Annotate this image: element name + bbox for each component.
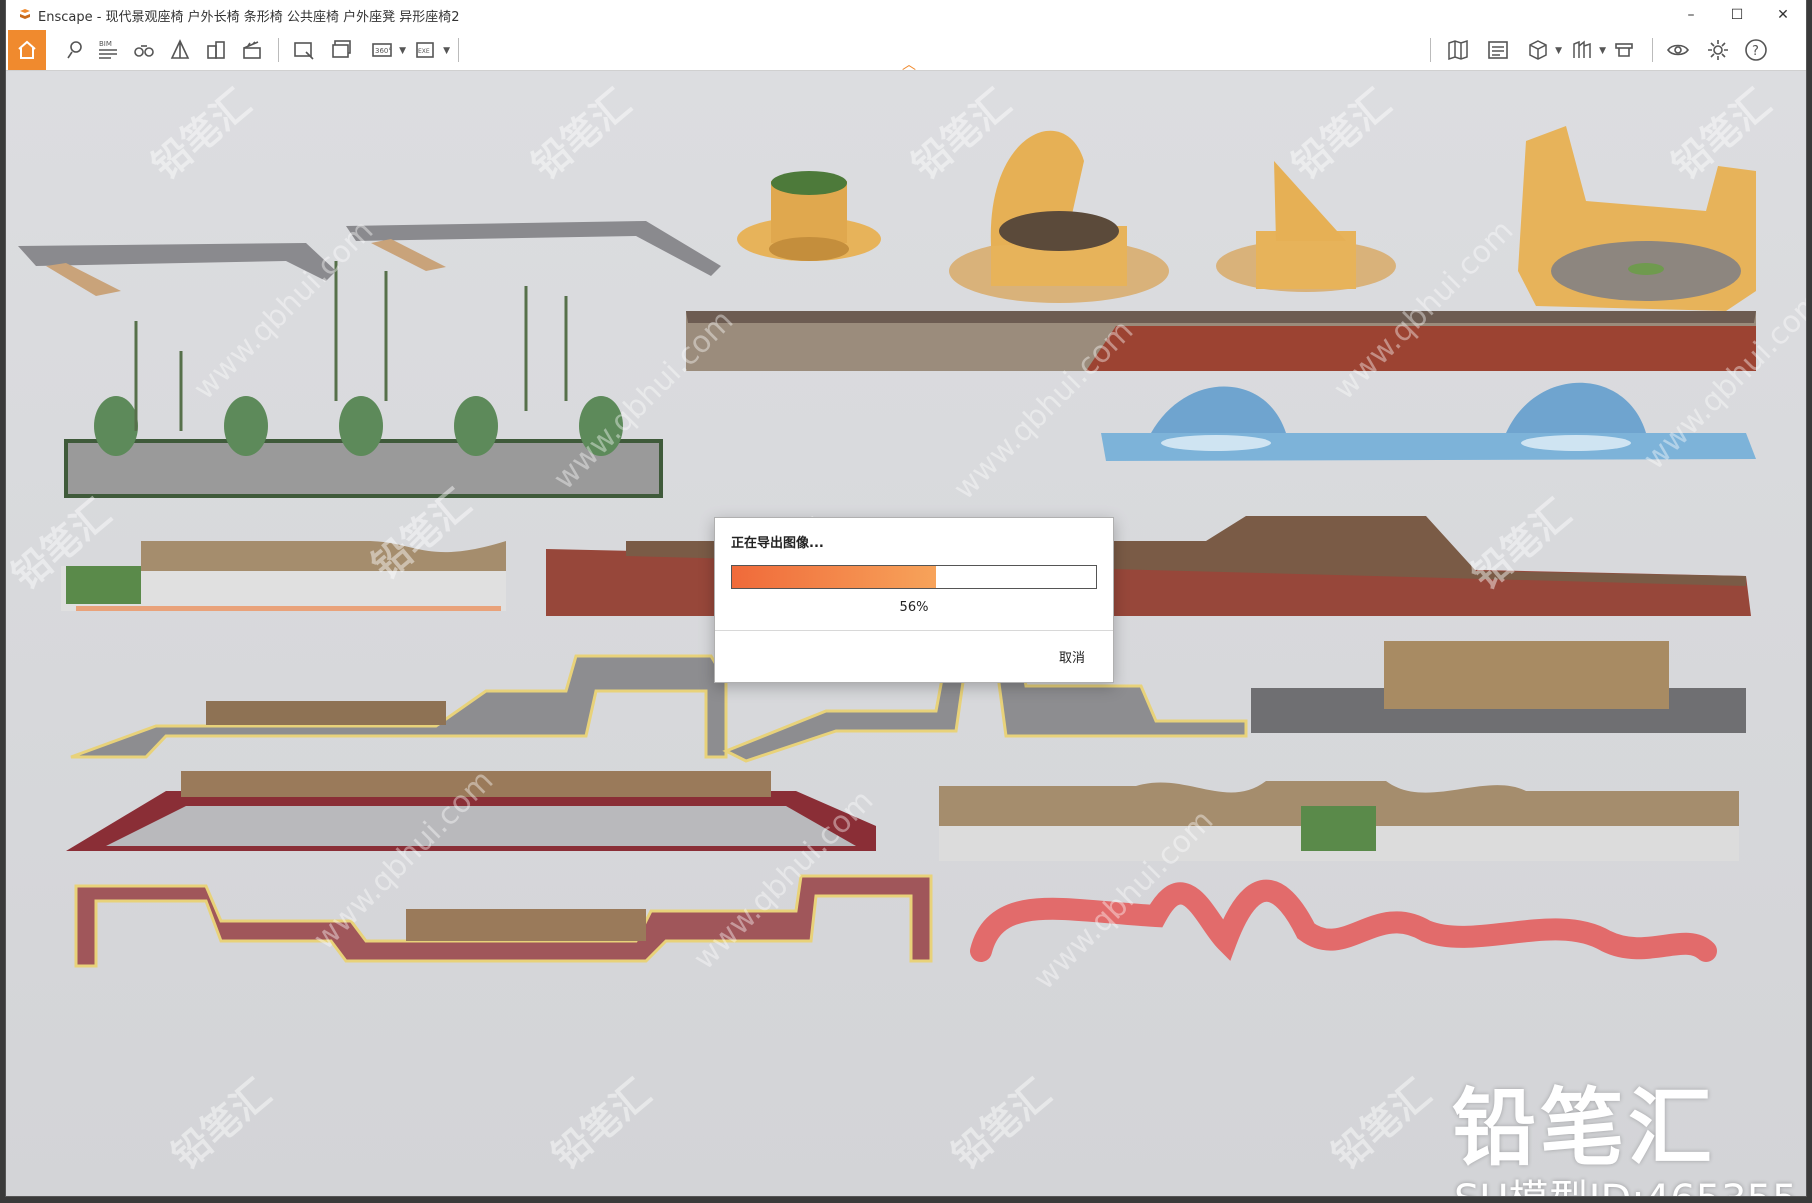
enscape-window: Enscape - 现代景观座椅 户外长椅 条形椅 公共座椅 户外座凳 异形座椅… (6, 0, 1806, 1196)
brand-watermark: 铅笔汇 (1452, 1079, 1717, 1177)
svg-text:BIM: BIM (99, 40, 112, 48)
stepped-bench-model (74, 874, 933, 968)
visual-settings-button[interactable] (1662, 34, 1694, 66)
home-icon (18, 40, 36, 59)
screenshot-button[interactable] (288, 34, 320, 66)
svg-text:铅笔汇: 铅笔汇 (524, 81, 640, 188)
toolbar-separator (278, 38, 279, 62)
panorama-360-icon: 360° (372, 43, 392, 57)
progress-bar (731, 565, 1097, 589)
perspective-button[interactable] (164, 34, 196, 66)
batch-render-icon (332, 40, 351, 58)
toolbar-separator (458, 38, 459, 62)
stone-corten-bench-model (686, 311, 1756, 371)
window-title: Enscape - 现代景观座椅 户外长椅 条形椅 公共座椅 户外座凳 异形座椅… (38, 9, 460, 25)
chevron-down-icon[interactable]: ▼ (1555, 46, 1562, 56)
export-exe-button[interactable]: EXE ▼ (410, 34, 450, 66)
location-pin-icon (67, 41, 82, 59)
buildings-icon (207, 41, 225, 59)
settings-button[interactable] (1702, 34, 1734, 66)
svg-text:?: ? (1752, 44, 1759, 59)
home-button[interactable] (8, 30, 46, 70)
chevron-down-icon[interactable]: ▼ (443, 46, 450, 56)
atmosphere-icon (1615, 43, 1633, 57)
timber-back-bench-model (1251, 641, 1746, 733)
stepped-bench-model (70, 654, 728, 759)
cube-view-icon (1529, 40, 1547, 60)
close-button[interactable]: ✕ (1760, 0, 1806, 30)
svg-text:铅笔汇: 铅笔汇 (144, 81, 260, 188)
batch-render-button[interactable] (326, 34, 358, 66)
view-cube-button[interactable]: ▼ (1522, 34, 1562, 66)
video-editor-button[interactable] (236, 34, 268, 66)
visual-settings-icon (1667, 44, 1689, 56)
enscape-logo-icon (20, 9, 30, 19)
bim-button[interactable]: BIM (92, 34, 124, 66)
dialog-divider (715, 630, 1113, 631)
panorama-button[interactable]: 360° ▼ (366, 34, 406, 66)
export-progress-dialog: 正在导出图像... 56% 取消 (714, 517, 1114, 683)
svg-text:铅笔汇: 铅笔汇 (944, 1071, 1060, 1178)
svg-text:铅笔汇: 铅笔汇 (1284, 81, 1400, 188)
svg-text:铅笔汇: 铅笔汇 (904, 81, 1020, 188)
toolbar-separator (1430, 38, 1431, 62)
planter-seat-model (737, 171, 881, 261)
chevron-down-icon[interactable]: ▼ (399, 46, 406, 56)
window-controls: – ☐ ✕ (1668, 0, 1806, 30)
minimize-button[interactable]: – (1668, 0, 1714, 30)
svg-text:www.qbhui.com: www.qbhui.com (187, 213, 380, 406)
progress-fill (732, 566, 936, 588)
help-button[interactable]: ? (1740, 34, 1772, 66)
asset-library-button[interactable] (1482, 34, 1514, 66)
model-id-watermark: SU模型ID:465355 (1454, 1167, 1797, 1196)
chevron-down-icon[interactable]: ▼ (1599, 46, 1606, 56)
map-icon (1448, 39, 1468, 61)
dialog-title: 正在导出图像... (731, 536, 824, 551)
asset-library-icon (1488, 41, 1508, 59)
marble-timber-bench-model (61, 541, 506, 611)
binoculars-icon (134, 45, 154, 57)
toolbar-separator (1652, 38, 1653, 62)
bench-model (346, 221, 721, 276)
export-exe-icon: EXE (416, 42, 434, 58)
buildings-button[interactable] (200, 34, 232, 66)
material-editor-button[interactable]: ▼ (1566, 34, 1606, 66)
location-button[interactable] (58, 34, 90, 66)
svg-text:铅笔汇: 铅笔汇 (544, 1071, 660, 1178)
progress-percent: 56% (899, 600, 929, 615)
planter-seat-model (949, 130, 1169, 303)
svg-text:铅笔汇: 铅笔汇 (1324, 1071, 1440, 1178)
perspective-icon (170, 39, 190, 59)
clapper-icon (243, 41, 261, 59)
help-icon: ? (1745, 39, 1767, 61)
material-editor-icon (1573, 40, 1591, 58)
marble-timber-bench-model (939, 781, 1739, 861)
binoculars-button[interactable] (128, 34, 160, 66)
screenshot-icon (294, 42, 314, 60)
maximize-button[interactable]: ☐ (1714, 0, 1760, 30)
map-button[interactable] (1442, 34, 1474, 66)
svg-text:EXE: EXE (418, 48, 430, 55)
bim-icon: BIM (99, 40, 117, 59)
title-bar[interactable]: Enscape - 现代景观座椅 户外长椅 条形椅 公共座椅 户外座凳 异形座椅… (6, 0, 1806, 30)
svg-text:铅笔汇: 铅笔汇 (164, 1071, 280, 1178)
cancel-button[interactable]: 取消 (1059, 647, 1085, 666)
svg-text:360°: 360° (375, 47, 392, 55)
settings-icon (1708, 40, 1728, 60)
atmosphere-button[interactable] (1608, 34, 1640, 66)
